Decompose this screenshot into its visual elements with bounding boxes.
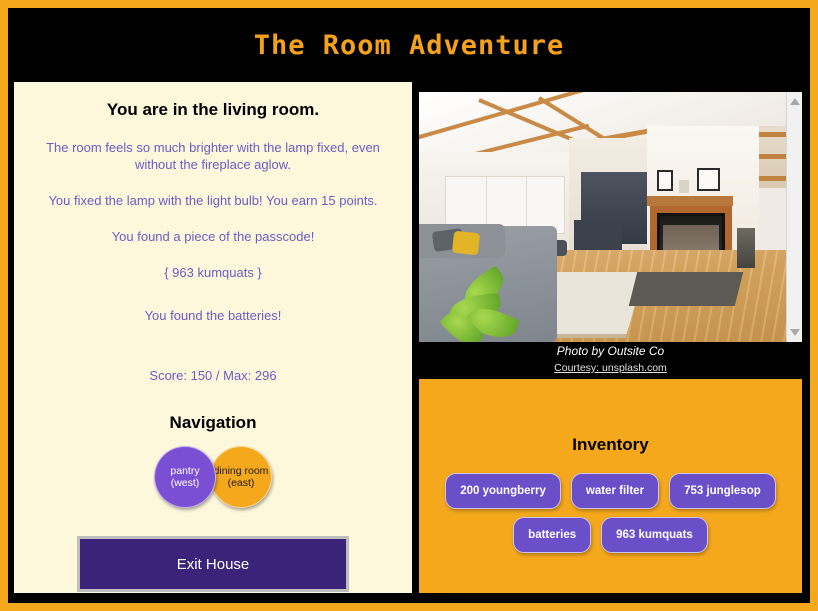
inventory-panel: Inventory 200 youngberry water filter 75… [419, 379, 802, 593]
photo-scrollbar[interactable] [786, 92, 802, 342]
inventory-item[interactable]: 753 junglesop [669, 473, 776, 509]
photo-courtesy-link[interactable]: Courtesy: unsplash.com [554, 362, 667, 374]
inventory-heading: Inventory [572, 435, 649, 454]
photo-hearth [628, 272, 744, 306]
nav-exit-direction: (east) [227, 477, 255, 489]
photo-framed-picture [697, 168, 720, 191]
photo-cushion-yellow [451, 230, 481, 256]
page-title: The Room Adventure [253, 30, 565, 61]
inventory-item-list: 200 youngberry water filter 753 jungleso… [419, 473, 802, 553]
scroll-down-icon[interactable] [790, 329, 800, 336]
nav-exit-direction: (west) [170, 477, 200, 489]
nav-exit-name: pantry [170, 465, 200, 477]
navigation-exits: pantry (west) dining room (east) [14, 446, 412, 508]
inventory-item[interactable]: 200 youngberry [445, 473, 561, 509]
action-result-text: You fixed the lamp with the light bulb! … [48, 193, 378, 208]
room-description: The room feels so much brighter with the… [46, 140, 380, 172]
navigation-heading: Navigation [169, 413, 257, 432]
room-description-panel: You are in the living room. The room fee… [14, 82, 412, 593]
nav-exit-dining-room-east[interactable]: dining room (east) [210, 446, 272, 508]
photo-framed-picture [657, 170, 673, 191]
inventory-item[interactable]: batteries [513, 517, 592, 553]
photo-mantel [647, 196, 733, 206]
photo-vase [679, 180, 689, 193]
item-found-text: You found the batteries! [144, 308, 282, 323]
nav-exit-name: dining room [213, 465, 269, 477]
photo-tv-table [574, 220, 622, 250]
scroll-up-icon[interactable] [790, 98, 800, 105]
game-window: The Room Adventure You are in the living… [0, 0, 818, 611]
inventory-item[interactable]: 963 kumquats [601, 517, 708, 553]
nav-exit-pantry-west[interactable]: pantry (west) [154, 446, 216, 508]
living-room-photo [419, 92, 786, 342]
room-heading: You are in the living room. [106, 100, 320, 119]
photo-plant [439, 265, 531, 342]
passcode-found-text: You found a piece of the passcode! [111, 229, 315, 244]
photo-caption: Photo by Outsite Co Courtesy: unsplash.c… [419, 344, 802, 376]
exit-house-button[interactable]: Exit House [77, 536, 349, 592]
photo-fireplace-tools [737, 228, 755, 268]
inventory-item[interactable]: water filter [570, 473, 660, 509]
photo-credit: Photo by Outsite Co [556, 344, 665, 358]
passcode-value: { 963 kumquats } [164, 265, 262, 280]
score-display: Score: 150 / Max: 296 [149, 368, 277, 383]
room-photo-container [419, 92, 802, 342]
